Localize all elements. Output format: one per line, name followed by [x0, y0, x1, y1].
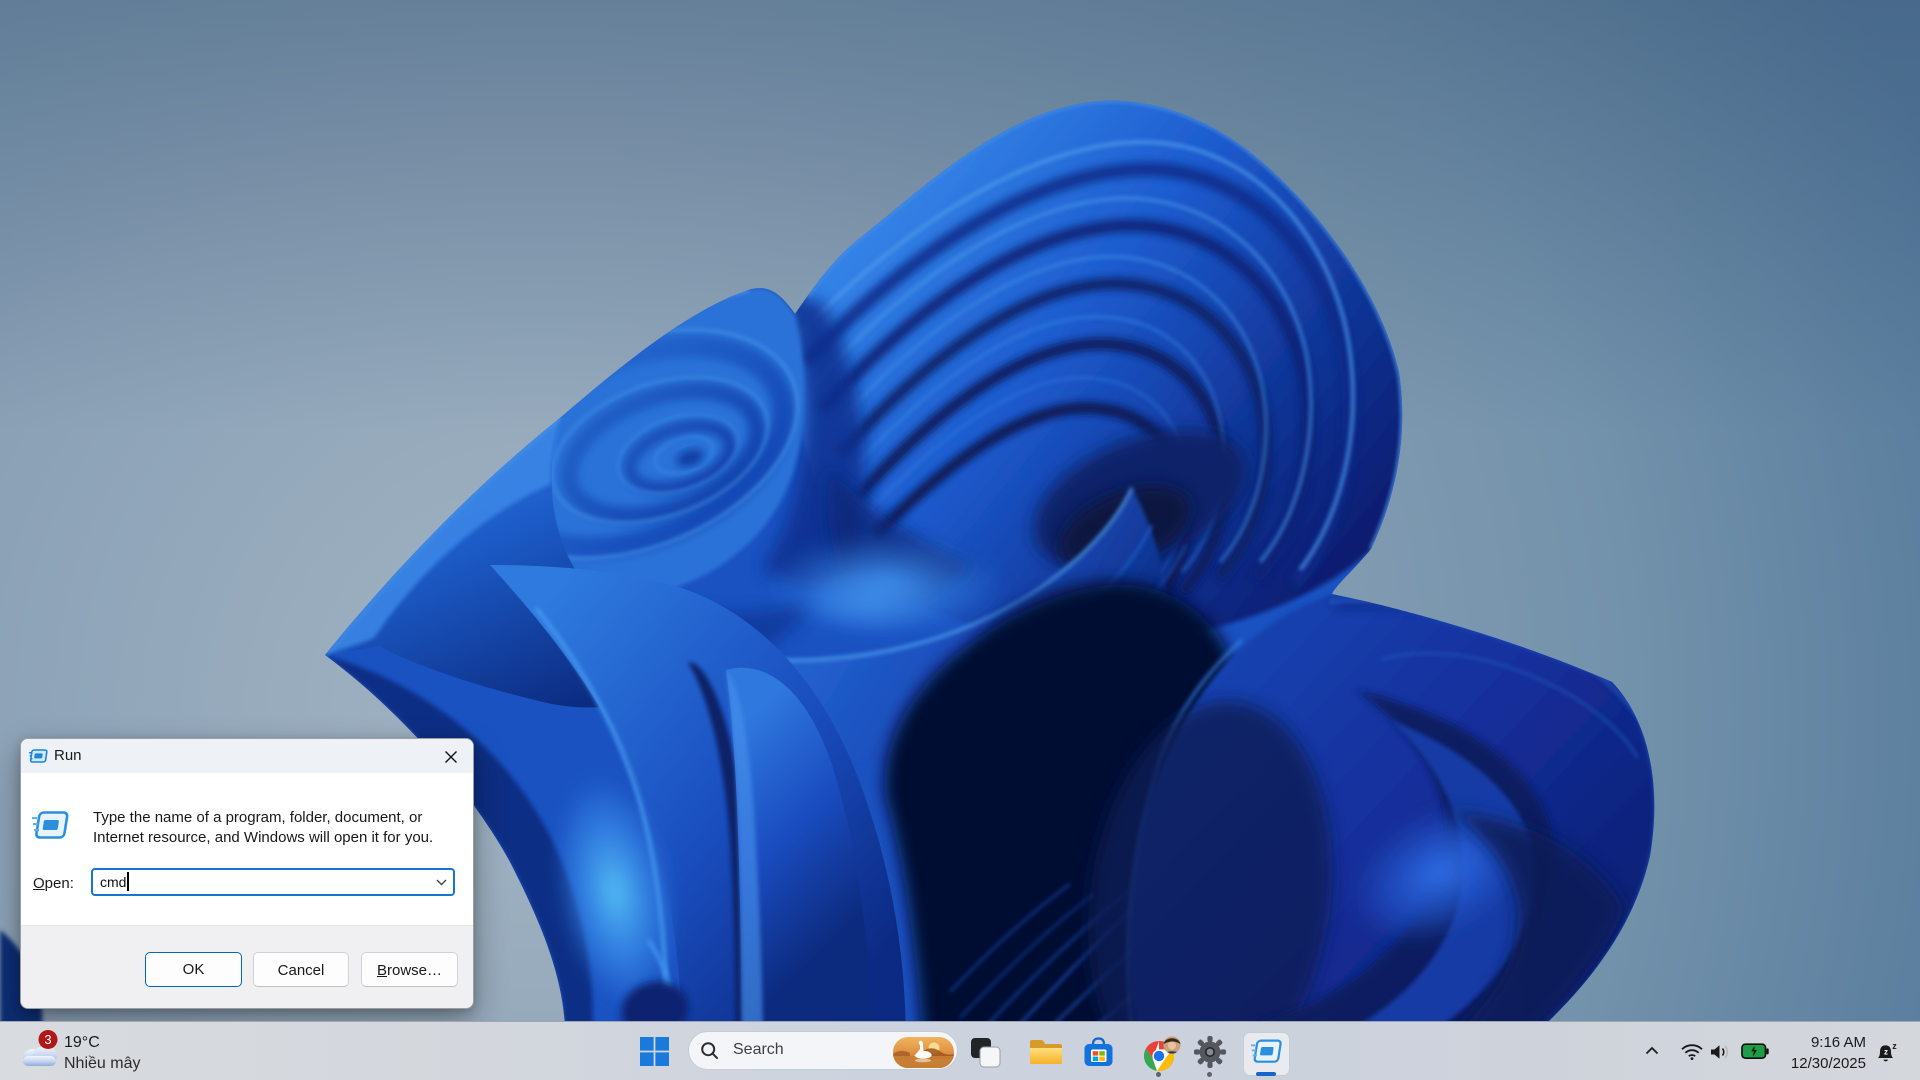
svg-text:z: z [1884, 1047, 1888, 1056]
svg-text:z: z [1892, 1042, 1897, 1051]
svg-text:3: 3 [44, 1032, 51, 1047]
